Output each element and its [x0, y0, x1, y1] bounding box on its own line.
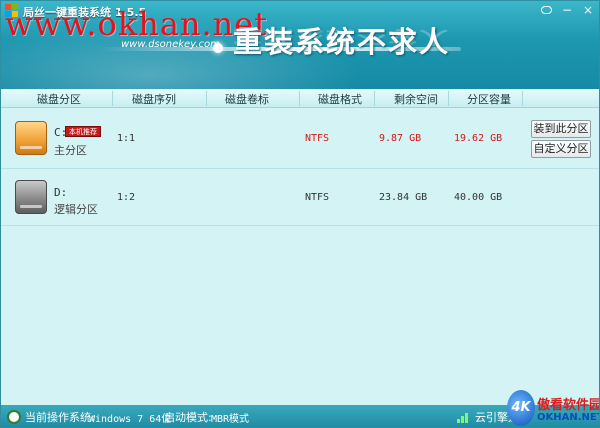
partition-row[interactable]: C: 本机推荐 主分区 1:1 NTFS 9.87 GB 19.62 GB 装到… [1, 111, 599, 169]
partition-row[interactable]: D: 逻辑分区 1:2 NTFS 23.84 GB 40.00 GB [1, 168, 599, 226]
minimize-button[interactable]: − [558, 3, 576, 19]
column-header-free-space: 剩余空间 [394, 93, 438, 106]
custom-partition-button[interactable]: 自定义分区 [531, 140, 591, 158]
site-url: www.dsonekey.com [121, 39, 220, 50]
partition-list: C: 本机推荐 主分区 1:1 NTFS 9.87 GB 19.62 GB 装到… [1, 108, 599, 405]
drive-letter: D: [54, 186, 68, 199]
column-headers: 磁盘分区 磁盘序列 磁盘卷标 磁盘格式 剩余空间 分区容量 [1, 89, 599, 108]
column-header-partition: 磁盘分区 [37, 93, 81, 106]
disk-sequence: 1:2 [117, 192, 136, 203]
disk-format: NTFS [305, 133, 330, 144]
hard-drive-icon [15, 180, 47, 214]
feedback-icon[interactable] [537, 3, 555, 19]
hard-drive-icon [15, 121, 47, 155]
okhan-logo-cn: 傲看软件园 [537, 398, 600, 413]
column-header-label: 磁盘卷标 [225, 93, 269, 106]
column-divider [112, 91, 113, 106]
install-to-partition-button[interactable]: 装到此分区 [531, 120, 591, 138]
close-button[interactable]: × [579, 3, 597, 19]
os-value: Windows 7 64位 [89, 414, 172, 425]
partition-type: 主分区 [54, 144, 87, 157]
okhan-logo: 4K 傲看软件园 OKHAN.NET [507, 390, 600, 427]
signal-strength-icon [457, 411, 471, 423]
column-header-capacity: 分区容量 [467, 93, 511, 106]
disk-format: NTFS [305, 192, 330, 203]
banner: 局丝一键重装系统 1.5.5 www.okhan.net www.dsoneke… [1, 1, 599, 89]
column-divider [522, 91, 523, 106]
free-space: 23.84 GB [379, 192, 428, 203]
app-window: 局丝一键重装系统 1.5.5 www.okhan.net www.dsoneke… [0, 0, 600, 428]
site-watermark: www.okhan.net [5, 5, 269, 43]
column-header-format: 磁盘格式 [318, 93, 362, 106]
disk-sequence: 1:1 [117, 133, 136, 144]
partition-capacity: 40.00 GB [454, 192, 503, 203]
column-divider [299, 91, 300, 106]
system-status-icon [7, 410, 21, 424]
column-divider [374, 91, 375, 106]
free-space: 9.87 GB [379, 133, 422, 144]
column-divider [206, 91, 207, 106]
partition-type: 逻辑分区 [54, 203, 98, 216]
column-header-sequence: 磁盘序列 [132, 93, 176, 106]
slogan-reflection: 重装系统不求人 [233, 27, 451, 48]
partition-capacity: 19.62 GB [454, 133, 503, 144]
os-label: 当前操作系统: [25, 411, 95, 424]
boot-mode-label: 启动模式: [164, 411, 212, 424]
okhan-logo-icon: 4K [507, 390, 535, 426]
recommended-badge: 本机推荐 [65, 126, 101, 137]
boot-mode-value: MBR模式 [211, 414, 250, 425]
okhan-logo-en: OKHAN.NET [537, 412, 600, 423]
column-divider [448, 91, 449, 106]
